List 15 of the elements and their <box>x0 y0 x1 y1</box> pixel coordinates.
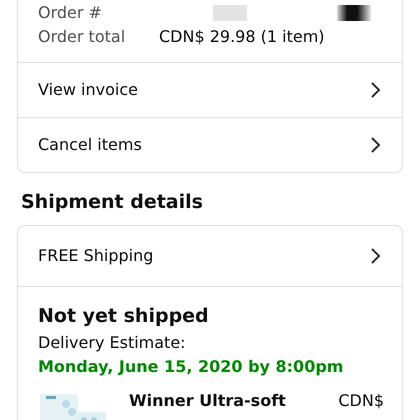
order-total-value: CDN$ 29.98 (1 item) <box>159 26 325 48</box>
chevron-right-icon <box>370 136 382 154</box>
list-row-button[interactable]: Cancel items <box>18 117 402 172</box>
list-row-button[interactable]: View invoice <box>18 62 402 117</box>
section-heading: Shipment details <box>21 190 204 215</box>
chevron-right-icon <box>370 247 382 265</box>
shipping-option-button[interactable]: FREE Shipping <box>18 226 402 287</box>
estimate-date: Monday, June 15, 2020 by 8:00pm <box>38 356 344 378</box>
product-price: CDN$ <box>338 390 384 412</box>
shipment-status: Not yet shipped <box>38 304 210 329</box>
estimate-label: Delivery Estimate: <box>38 332 187 354</box>
field-label: Order total <box>38 26 126 48</box>
product-title: Winner Ultra-soft <box>129 390 287 412</box>
chevron-right-icon <box>370 81 382 99</box>
field-label: Order # <box>38 2 103 24</box>
